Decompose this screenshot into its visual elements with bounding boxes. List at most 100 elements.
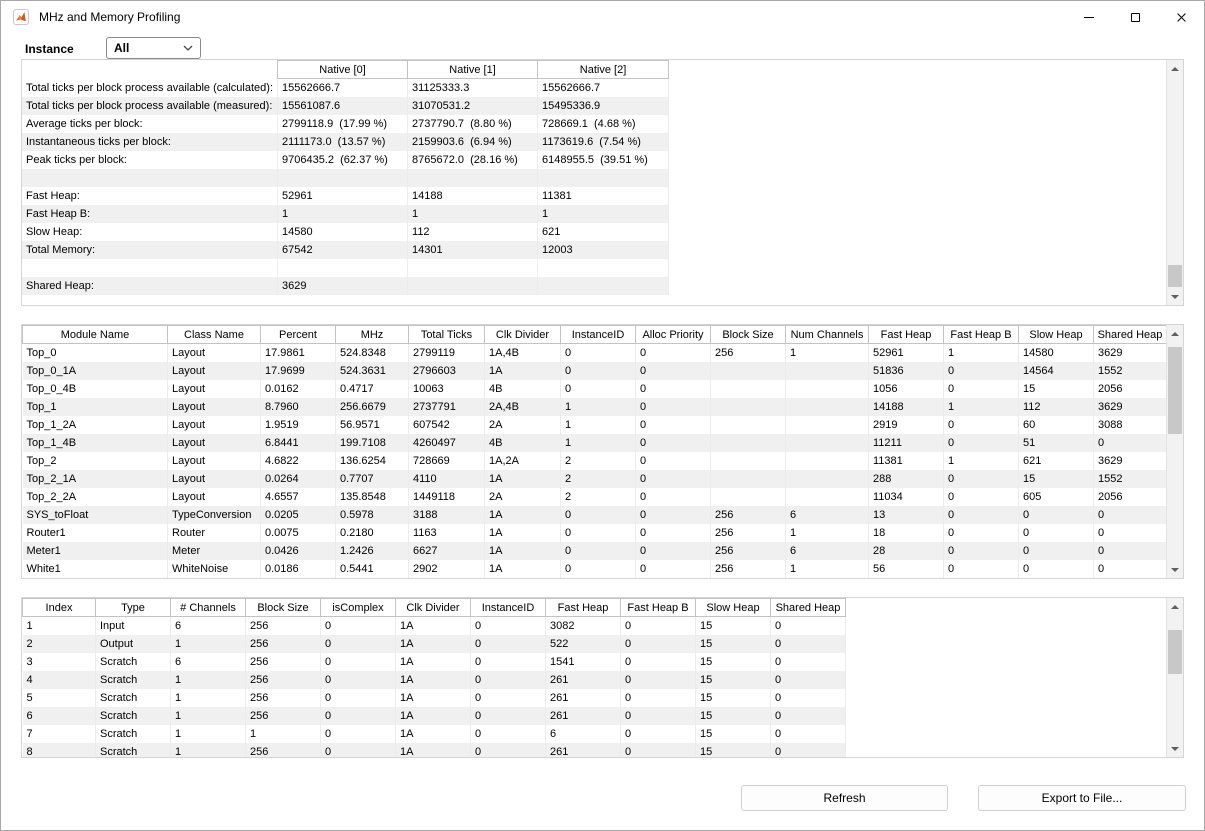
table-cell[interactable]: 256 [711,542,786,560]
table-cell[interactable]: 1 [561,416,636,434]
table-cell[interactable] [786,362,869,380]
table-cell[interactable]: 2 [561,452,636,470]
table-cell[interactable]: 6627 [409,542,485,560]
table-cell[interactable]: Fast Heap: [22,187,278,205]
table-cell[interactable]: 2 [561,470,636,488]
table-cell[interactable]: 0 [636,452,711,470]
table-cell[interactable]: 0 [621,689,696,707]
table-cell[interactable]: 1 [246,725,321,743]
table-cell[interactable]: 1A [485,470,561,488]
table-cell[interactable]: 6 [171,653,246,671]
table-cell[interactable]: 2 [23,635,96,653]
table-cell[interactable]: 4B [485,434,561,452]
table-cell[interactable] [786,434,869,452]
table-cell[interactable]: 18 [869,524,944,542]
table-cell[interactable]: 0 [771,707,846,725]
table-cell[interactable]: 0 [944,380,1019,398]
table-row[interactable]: Instantaneous ticks per block:2111173.0 … [22,133,669,151]
table-row[interactable]: Total Memory:675421430112003 [22,241,669,259]
table-cell[interactable]: 0 [321,725,396,743]
table-cell[interactable]: 261 [546,689,621,707]
table-cell[interactable]: 0 [321,635,396,653]
table-cell[interactable]: 0 [471,617,546,635]
table-cell[interactable] [278,169,408,187]
table-row[interactable]: Router1Router0.00750.218011631A002561180… [23,524,1167,542]
table-cell[interactable]: Layout [168,380,261,398]
table-row[interactable]: 6Scratch125601A02610150 [23,707,846,725]
table-cell[interactable]: 60 [1019,416,1094,434]
table-cell[interactable]: 6 [171,617,246,635]
column-header[interactable]: Shared Heap [1094,326,1167,344]
table-cell[interactable] [408,169,538,187]
table-cell[interactable]: 17.9699 [261,362,336,380]
scroll-up-button[interactable] [1167,325,1183,342]
table-cell[interactable]: 3629 [1094,398,1167,416]
table-cell[interactable]: 256 [711,506,786,524]
table-cell[interactable] [711,470,786,488]
table-cell[interactable]: 605 [1019,488,1094,506]
table-cell[interactable]: 2A [485,416,561,434]
table-cell[interactable]: Router1 [23,524,168,542]
table-cell[interactable]: 256 [246,707,321,725]
table-cell[interactable]: 51 [1019,434,1094,452]
table-cell[interactable]: 0 [771,689,846,707]
table-cell[interactable]: Meter [168,542,261,560]
column-header[interactable]: Type [96,599,171,617]
table-cell[interactable]: 2A,4B [485,398,561,416]
table-cell[interactable]: 288 [869,470,944,488]
column-header[interactable]: MHz [336,326,409,344]
table-cell[interactable]: 0.5978 [336,506,409,524]
table-cell[interactable]: 0 [561,524,636,542]
table-cell[interactable]: Total Memory: [22,241,278,259]
table-cell[interactable]: 8 [23,743,96,759]
table-cell[interactable]: WhiteNoise [168,560,261,578]
table-cell[interactable]: 1 [171,707,246,725]
table-cell[interactable]: 1A [396,671,471,689]
table-cell[interactable]: Top_1_2A [23,416,168,434]
table-cell[interactable]: 0 [321,707,396,725]
table-cell[interactable]: 1 [561,434,636,452]
table-cell[interactable]: 0 [771,671,846,689]
table-cell[interactable]: Total ticks per block process available … [22,79,278,97]
table-cell[interactable]: 1 [944,452,1019,470]
table-cell[interactable]: 261 [546,743,621,759]
table-cell[interactable]: Top_1 [23,398,168,416]
column-header[interactable]: Module Name [23,326,168,344]
table-cell[interactable]: 0 [636,470,711,488]
table-row[interactable]: 8Scratch125601A02610150 [23,743,846,759]
table-cell[interactable]: 4 [23,671,96,689]
table-cell[interactable]: 0 [561,380,636,398]
table-cell[interactable]: 14580 [278,223,408,241]
table-cell[interactable]: Scratch [96,653,171,671]
table-cell[interactable]: 1449118 [409,488,485,506]
table-row[interactable]: 5Scratch125601A02610150 [23,689,846,707]
table-cell[interactable]: Top_2_1A [23,470,168,488]
table-cell[interactable]: 0 [471,725,546,743]
table-cell[interactable]: 0 [561,362,636,380]
table-cell[interactable]: 1 [171,671,246,689]
table-cell[interactable]: 2056 [1094,488,1167,506]
table-cell[interactable]: 0.0264 [261,470,336,488]
table-cell[interactable]: 0 [636,506,711,524]
table-row[interactable]: SYS_toFloatTypeConversion0.02050.5978318… [23,506,1167,524]
table-cell[interactable]: 0 [621,617,696,635]
table-cell[interactable]: 2111173.0 (13.57 %) [278,133,408,151]
table-cell[interactable]: 1A [485,506,561,524]
table-cell[interactable]: 0 [636,362,711,380]
table-cell[interactable]: 0.2180 [336,524,409,542]
table-cell[interactable]: Average ticks per block: [22,115,278,133]
table-cell[interactable]: 0 [771,725,846,743]
table-cell[interactable]: 0 [636,398,711,416]
table-cell[interactable]: 0 [621,743,696,759]
table-cell[interactable]: 52961 [278,187,408,205]
column-header[interactable]: Shared Heap [771,599,846,617]
table-row[interactable]: Slow Heap:14580112621 [22,223,669,241]
table-cell[interactable]: 0 [321,653,396,671]
table-cell[interactable]: 256 [246,743,321,759]
table-cell[interactable]: 4.6822 [261,452,336,470]
column-header[interactable]: Native [0] [278,61,408,79]
table-cell[interactable]: White1 [23,560,168,578]
table-cell[interactable] [711,362,786,380]
table-cell[interactable] [786,416,869,434]
table-cell[interactable]: 1 [278,205,408,223]
